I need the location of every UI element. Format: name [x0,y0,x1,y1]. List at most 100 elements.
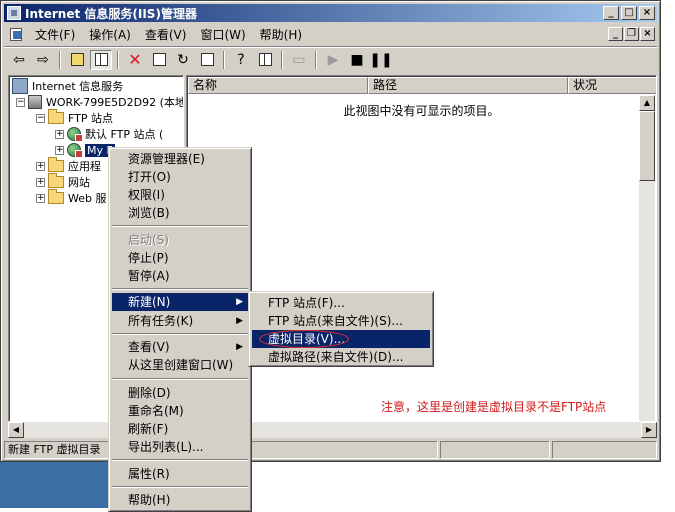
horizontal-scrollbar[interactable]: ◀ ▶ [8,422,657,438]
tree-node-app-pools[interactable]: + 应用程 [36,157,101,174]
folder-icon [48,173,64,188]
collapse-toggle[interactable]: − [36,113,45,123]
tree-node-ftp-sites[interactable]: − FTP 站点 [36,109,113,126]
scroll-up-icon[interactable]: ▲ [639,95,655,111]
toolbar-separator [315,50,317,69]
menu-item-delete[interactable]: 删除(D) [112,384,248,402]
folder-icon [48,109,64,124]
show-tree-icon[interactable] [90,49,112,70]
menu-window[interactable]: 窗口(W) [193,26,252,43]
scroll-left-icon[interactable]: ◀ [8,422,24,438]
menu-action[interactable]: 操作(A) [82,26,138,43]
menu-item-properties[interactable]: 属性(R) [112,465,248,483]
iis-manager-window: Internet 信息服务(IIS)管理器 _ □ × 文件(F) 操作(A) … [0,0,661,462]
tree-node-websites[interactable]: + 网站 [36,173,90,190]
title-bar[interactable]: Internet 信息服务(IIS)管理器 _ □ × [4,4,657,22]
menu-item-refresh[interactable]: 刷新(F) [112,420,248,438]
expand-toggle[interactable]: + [55,129,64,139]
menu-item-export-list[interactable]: 导出列表(L)... [112,438,248,456]
column-header-name[interactable]: 名称 [188,77,368,94]
menu-item-new[interactable]: 新建(N) ▶ [112,293,248,311]
menu-item-open[interactable]: 打开(O) [112,168,248,186]
tree-node-my-ftp[interactable]: + My F [55,142,116,158]
menu-item-permissions[interactable]: 权限(I) [112,186,248,204]
collapse-toggle[interactable]: − [16,97,25,107]
window-title: Internet 信息服务(IIS)管理器 [25,6,197,21]
menu-help[interactable]: 帮助(H) [253,26,309,43]
menu-file[interactable]: 文件(F) [28,26,82,43]
forward-icon[interactable]: ⇨ [32,50,54,70]
menu-item-new-window[interactable]: 从这里创建窗口(W) [112,356,248,374]
ftp-site-icon [67,127,83,142]
menu-bar: 文件(F) 操作(A) 查看(V) 窗口(W) 帮助(H) _ ❐ × [4,24,657,44]
context-menu: 资源管理器(E) 打开(O) 权限(I) 浏览(B) 启动(S) 停止(P) 暂… [108,147,252,512]
vertical-scrollbar[interactable]: ▲ [639,95,655,421]
refresh-icon[interactable]: ↻ [172,50,194,70]
back-icon[interactable]: ⇦ [8,50,30,70]
tree-node-root[interactable]: Internet 信息服务 [12,78,123,94]
maximize-button[interactable]: □ [621,6,637,20]
list-pane[interactable]: 名称 路径 状况 此视图中没有可显示的项目。 注意，这里是创建是虚拟目录不是FT… [186,75,657,422]
up-folder-icon[interactable] [66,50,88,70]
column-header-status[interactable]: 状况 [568,77,656,94]
iis-icon [12,78,28,94]
menu-item-pause[interactable]: 暂停(A) [112,267,248,285]
mmc-console-icon[interactable] [8,26,24,42]
minimize-button[interactable]: _ [603,6,619,20]
column-header-path[interactable]: 路径 [368,77,568,94]
tree-node-web-ext[interactable]: + Web 服 [36,189,107,206]
tree-label: FTP 站点 [68,112,113,125]
tree-label: 应用程 [68,160,101,173]
window-controls: _ □ × [603,6,655,20]
tree-label: 默认 FTP 站点 ( [85,128,164,141]
help-icon[interactable]: ? [230,50,252,70]
menu-item-all-tasks[interactable]: 所有任务(K) ▶ [112,312,248,330]
menu-item-explorer[interactable]: 资源管理器(E) [112,150,248,168]
menu-separator [112,378,248,380]
desktop-background [0,462,115,508]
iis-app-icon [7,6,21,20]
menu-separator [112,333,248,335]
menu-item-all-tasks-label: 所有任务(K) [128,314,194,328]
play-icon[interactable]: ▶ [322,50,344,70]
submenu-item-virtual-path-from-file[interactable]: 虚拟路径(来自文件)(D)... [252,348,430,366]
menu-view[interactable]: 查看(V) [138,26,194,43]
tree-node-default-ftp[interactable]: + 默认 FTP 站点 ( [55,126,163,142]
tree-node-server[interactable]: − WORK-799E5D2D92 (本地计 [16,94,183,110]
tree-label: 网站 [68,176,90,189]
scroll-thumb[interactable] [639,111,655,181]
submenu-item-ftp-site[interactable]: FTP 站点(F)... [252,294,430,312]
computer-icon[interactable]: ▭ [288,50,310,70]
menu-item-browse[interactable]: 浏览(B) [112,204,248,222]
pause-icon[interactable]: ❚❚ [369,50,392,70]
submenu-arrow-icon: ▶ [236,342,243,352]
delete-icon[interactable]: ✕ [124,50,146,70]
menu-item-help[interactable]: 帮助(H) [112,491,248,509]
expand-toggle[interactable]: + [36,177,45,187]
desktop-edge [660,0,675,462]
submenu-item-virtual-directory[interactable]: 虚拟目录(V)... [252,330,430,348]
empty-list-message: 此视图中没有可显示的项目。 [343,104,500,118]
export-icon[interactable] [196,50,218,70]
child-minimize-button[interactable]: _ [608,27,623,41]
stop-icon[interactable]: ■ [346,50,368,70]
expand-toggle[interactable]: + [36,193,45,203]
child-close-button[interactable]: × [640,27,655,41]
toolbar-separator [281,50,283,69]
toolbar-separator [59,50,61,69]
child-restore-button[interactable]: ❐ [624,27,639,41]
menu-item-stop[interactable]: 停止(P) [112,249,248,267]
menu-item-start[interactable]: 启动(S) [112,231,248,249]
properties-icon[interactable] [148,50,170,70]
menu-item-rename[interactable]: 重命名(M) [112,402,248,420]
server-icon [28,95,42,109]
submenu-item-ftp-site-from-file[interactable]: FTP 站点(来自文件)(S)... [252,312,430,330]
tree-label: Web 服 [68,192,107,205]
submenu-arrow-icon: ▶ [236,297,243,307]
expand-toggle[interactable]: + [55,145,64,155]
expand-toggle[interactable]: + [36,161,45,171]
console-icon[interactable] [254,50,276,70]
scroll-right-icon[interactable]: ▶ [641,422,657,438]
close-button[interactable]: × [639,6,655,20]
menu-item-view[interactable]: 查看(V) ▶ [112,338,248,356]
